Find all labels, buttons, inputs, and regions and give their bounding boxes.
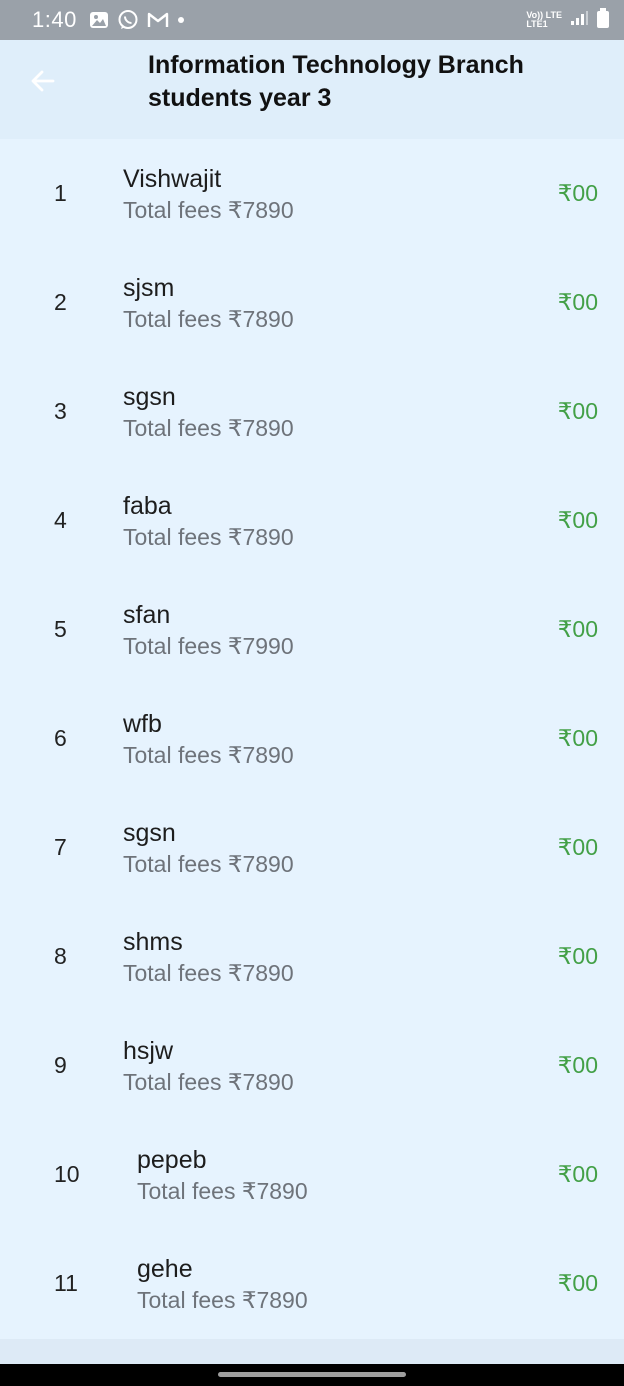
paid-amount: ₹00 — [557, 507, 598, 533]
student-row[interactable]: 10 pepeb Total fees ₹7890 ₹00 — [0, 1120, 624, 1229]
student-name: sfan — [123, 601, 171, 629]
total-fees: Total fees ₹7890 — [123, 742, 294, 768]
total-fees: Total fees ₹7890 — [123, 851, 294, 877]
navigation-bar — [0, 1364, 624, 1386]
paid-amount: ₹00 — [557, 1161, 598, 1187]
student-row[interactable]: 4 faba Total fees ₹7890 ₹00 — [0, 466, 624, 575]
paid-amount: ₹00 — [557, 1270, 598, 1296]
paid-amount: ₹00 — [557, 398, 598, 424]
paid-amount: ₹00 — [557, 943, 598, 969]
notification-icons — [89, 9, 185, 31]
paid-amount: ₹00 — [557, 180, 598, 206]
student-row[interactable]: 11 gehe Total fees ₹7890 ₹00 — [0, 1229, 624, 1338]
whatsapp-icon — [117, 9, 139, 31]
row-index: 2 — [54, 289, 67, 315]
row-index: 6 — [54, 725, 67, 751]
student-row[interactable]: 6 wfb Total fees ₹7890 ₹00 — [0, 684, 624, 793]
total-fees: Total fees ₹7990 — [123, 633, 294, 659]
total-fees: Total fees ₹7890 — [123, 197, 294, 223]
total-fees: Total fees ₹7890 — [137, 1287, 308, 1313]
row-index: 3 — [54, 398, 67, 424]
student-row[interactable]: 5 sfan Total fees ₹7990 ₹00 — [0, 575, 624, 684]
row-index: 4 — [54, 507, 67, 533]
student-row[interactable]: 8 shms Total fees ₹7890 ₹00 — [0, 902, 624, 1011]
paid-amount: ₹00 — [557, 616, 598, 642]
dot-icon — [177, 16, 185, 24]
arrow-left-icon — [29, 67, 57, 100]
student-name: sgsn — [123, 383, 176, 411]
status-bar: 1:40 Vo)) LTE LTE1 — [0, 0, 624, 40]
status-right: Vo)) LTE LTE1 — [526, 7, 610, 33]
status-time: 1:40 — [32, 7, 77, 32]
network-indicator: Vo)) LTE LTE1 — [526, 11, 562, 29]
row-index: 9 — [54, 1052, 67, 1078]
student-row[interactable]: 1 Vishwajit Total fees ₹7890 ₹00 — [0, 139, 624, 248]
row-index: 10 — [54, 1161, 80, 1187]
student-name: sgsn — [123, 819, 176, 847]
back-button[interactable] — [26, 66, 60, 100]
student-row[interactable]: 3 sgsn Total fees ₹7890 ₹00 — [0, 357, 624, 466]
student-name: shms — [123, 928, 183, 956]
row-index: 7 — [54, 834, 67, 860]
total-fees: Total fees ₹7890 — [123, 960, 294, 986]
gmail-icon — [147, 11, 169, 29]
list-footer — [0, 1339, 624, 1364]
student-name: wfb — [123, 710, 162, 738]
total-fees: Total fees ₹7890 — [137, 1178, 308, 1204]
image-icon — [89, 11, 109, 29]
student-row[interactable]: 2 sjsm Total fees ₹7890 ₹00 — [0, 248, 624, 357]
student-name: Vishwajit — [123, 165, 222, 193]
student-list: 1 Vishwajit Total fees ₹7890 ₹00 2 sjsm … — [0, 139, 624, 1339]
student-name: faba — [123, 492, 172, 520]
row-index: 11 — [54, 1270, 78, 1296]
student-name: gehe — [137, 1255, 193, 1283]
paid-amount: ₹00 — [557, 1052, 598, 1078]
app-bar: Information Technology Branch students y… — [0, 40, 624, 139]
row-index: 8 — [54, 943, 67, 969]
total-fees: Total fees ₹7890 — [123, 524, 294, 550]
student-name: hsjw — [123, 1037, 174, 1065]
battery-icon — [596, 7, 610, 33]
paid-amount: ₹00 — [557, 834, 598, 860]
total-fees: Total fees ₹7890 — [123, 1069, 294, 1095]
row-index: 1 — [54, 180, 67, 206]
student-name: pepeb — [137, 1146, 207, 1174]
total-fees: Total fees ₹7890 — [123, 306, 294, 332]
gesture-handle[interactable] — [218, 1372, 406, 1377]
student-name: sjsm — [123, 274, 175, 302]
signal-icon — [570, 10, 588, 31]
network-bottom-label: LTE1 — [526, 19, 548, 29]
row-index: 5 — [54, 616, 67, 642]
student-row[interactable]: 7 sgsn Total fees ₹7890 ₹00 — [0, 793, 624, 902]
student-row[interactable]: 9 hsjw Total fees ₹7890 ₹00 — [0, 1011, 624, 1120]
page-title: Information Technology Branch students y… — [148, 51, 524, 112]
paid-amount: ₹00 — [557, 725, 598, 751]
paid-amount: ₹00 — [557, 289, 598, 315]
total-fees: Total fees ₹7890 — [123, 415, 294, 441]
